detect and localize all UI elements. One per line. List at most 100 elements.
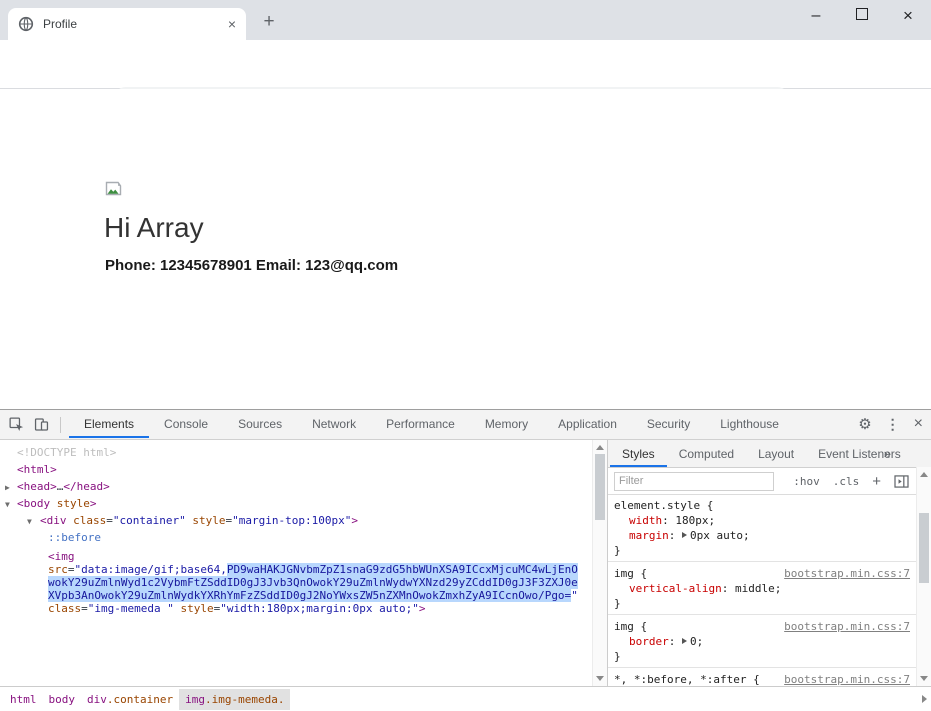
css-property[interactable]: margin: 0px auto;: [614, 528, 910, 543]
devtools-tab-console[interactable]: Console: [149, 410, 223, 438]
code-token: ::before: [48, 531, 101, 544]
page-heading: Hi Array: [104, 213, 204, 243]
hover-state-toggle[interactable]: :hov: [793, 475, 820, 488]
styles-sidebar-tabs: StylesComputedLayoutEvent Listeners: [608, 440, 931, 468]
expand-value-icon[interactable]: [682, 532, 687, 538]
code-token: "margin-top:100px": [232, 514, 351, 527]
stylesheet-link[interactable]: bootstrap.min.css:7: [784, 619, 910, 634]
code-token: "data:image/gif;base64,: [75, 563, 227, 576]
code-token: >: [90, 497, 97, 510]
rule-selector: element.style {: [614, 499, 713, 512]
dom-line[interactable]: wokY29uZmlnWyd1c2VybmFtZSddID0gJ3Jvb3QnO…: [0, 576, 592, 589]
styles-scrollbar[interactable]: [916, 467, 931, 686]
browser-tab[interactable]: Profile ×: [8, 8, 246, 40]
rule-close-brace: }: [614, 543, 910, 558]
devtools-tab-sources[interactable]: Sources: [223, 410, 297, 438]
devtools-menu-icon[interactable]: ⋮: [886, 416, 900, 433]
dom-line[interactable]: <!DOCTYPE html>: [0, 444, 592, 461]
sidebar-tab-computed[interactable]: Computed: [667, 441, 746, 467]
devtools-toolbar-right: ⚙ ⋮ ×: [858, 410, 923, 438]
breadcrumb-item[interactable]: html: [4, 689, 43, 710]
hscroll-right-icon[interactable]: [922, 695, 927, 703]
dom-line[interactable]: ▼ <body style>: [0, 495, 592, 512]
dom-line[interactable]: <html>: [0, 461, 592, 478]
window-maximize-button[interactable]: [839, 7, 885, 25]
code-token: <head>: [17, 480, 57, 493]
sidebar-tab-event-listeners[interactable]: Event Listeners: [806, 441, 913, 467]
new-style-rule-button[interactable]: +: [872, 473, 881, 490]
code-token: <img: [48, 550, 75, 563]
window-close-button[interactable]: ×: [885, 1, 931, 31]
device-toolbar-icon[interactable]: [33, 416, 50, 433]
scroll-down-icon[interactable]: [920, 676, 928, 681]
devtools-tab-network[interactable]: Network: [297, 410, 371, 438]
devtools-tab-memory[interactable]: Memory: [470, 410, 543, 438]
inspect-element-icon[interactable]: [8, 416, 25, 433]
stylesheet-link[interactable]: bootstrap.min.css:7: [784, 672, 910, 686]
css-property[interactable]: vertical-align: middle;: [614, 581, 910, 596]
devtools-close-icon[interactable]: ×: [914, 415, 923, 433]
code-token: XVpb3AnOwokY29uZmlnWydkYXRhYmFzZSddID0gJ…: [48, 589, 571, 602]
sidebar-overflow-icon[interactable]: »: [884, 446, 891, 461]
breadcrumb-item[interactable]: div.container: [81, 689, 179, 710]
settings-gear-icon[interactable]: ⚙: [858, 415, 871, 433]
dock-sidebar-icon[interactable]: [894, 475, 909, 488]
code-token: PD9waHAKJGNvbmZpZ1snaG9zdG5hbWUnXSA9ICcx…: [227, 563, 578, 576]
code-token: "width:180px;margin:0px auto;": [220, 602, 419, 615]
class-toggle[interactable]: .cls: [833, 475, 860, 488]
expand-arrow-icon[interactable]: ▶: [5, 479, 10, 496]
dom-line[interactable]: class="img-memeda " style="width:180px;m…: [0, 602, 592, 615]
expand-value-icon[interactable]: [682, 638, 687, 644]
code-token: "img-memeda ": [88, 602, 174, 615]
tab-close-icon[interactable]: ×: [222, 16, 242, 32]
code-token: style: [57, 497, 90, 510]
dom-line[interactable]: ▶<head>…</head>: [0, 478, 592, 495]
breadcrumb-item[interactable]: body: [43, 689, 82, 710]
rule-selector: *, *:before, *:after {: [614, 673, 760, 686]
scroll-up-icon[interactable]: [920, 472, 928, 477]
devtools-tab-lighthouse[interactable]: Lighthouse: [705, 410, 794, 438]
collapse-arrow-icon[interactable]: ▼: [27, 513, 32, 530]
dom-line[interactable]: <img: [0, 550, 592, 563]
devtools-tab-elements[interactable]: Elements: [69, 410, 149, 438]
stylesheet-link[interactable]: bootstrap.min.css:7: [784, 566, 910, 581]
code-token: >: [419, 602, 426, 615]
styles-filter-input[interactable]: [614, 472, 774, 491]
collapse-arrow-icon[interactable]: ▼: [5, 496, 10, 513]
css-property[interactable]: border: 0;: [614, 634, 910, 649]
styles-sidebar: StylesComputedLayoutEvent Listeners » :h…: [608, 440, 931, 686]
window-minimize-button[interactable]: –: [793, 3, 839, 29]
dom-line[interactable]: XVpb3AnOwokY29uZmlnWydkYXRhYmFzZSddID0gJ…: [0, 589, 592, 602]
devtools-tab-security[interactable]: Security: [632, 410, 705, 438]
css-rule: bootstrap.min.css:7img {vertical-align: …: [608, 562, 916, 615]
new-tab-button[interactable]: +: [257, 11, 281, 33]
dom-line[interactable]: ▼<div class="container" style="margin-to…: [0, 512, 592, 529]
code-token: <body: [17, 497, 57, 510]
devtools-tab-application[interactable]: Application: [543, 410, 632, 438]
breadcrumb-item[interactable]: img.img-memeda.: [179, 689, 290, 710]
browser-toolbar: ← → ⚠ 不安全 192.168.173.66 ☆ ⋮: [0, 40, 931, 89]
css-rule: bootstrap.min.css:7 *, *:before, *:after …: [608, 668, 916, 686]
code-token: src: [48, 563, 68, 576]
elements-scrollbar[interactable]: [592, 440, 607, 686]
broken-image-icon: [105, 181, 122, 196]
dom-line[interactable]: ::before: [0, 529, 592, 546]
styles-filter-bar: :hov .cls +: [608, 468, 931, 495]
elements-tree-panel: <!DOCTYPE html><html>▶<head>…</head>▼<bo…: [0, 440, 608, 686]
code-token: =: [81, 602, 88, 615]
dom-line[interactable]: src="data:image/gif;base64,PD9waHAKJGNvb…: [0, 563, 592, 576]
scrollbar-thumb[interactable]: [919, 513, 929, 583]
sidebar-tab-styles[interactable]: Styles: [610, 441, 667, 467]
code-token: class: [73, 514, 106, 527]
css-property[interactable]: width: 180px;: [614, 513, 910, 528]
scroll-up-icon[interactable]: [596, 445, 604, 450]
code-token: </head>: [63, 480, 109, 493]
code-token: style: [180, 602, 213, 615]
styles-rules: element.style {width: 180px;margin: 0px …: [608, 494, 916, 686]
devtools-tab-performance[interactable]: Performance: [371, 410, 470, 438]
scrollbar-thumb[interactable]: [595, 454, 605, 520]
devtools-tabs: ElementsConsoleSourcesNetworkPerformance…: [69, 410, 794, 439]
code-token: wokY29uZmlnWyd1c2VybmFtZSddID0gJ3Jvb3QnO…: [48, 576, 578, 589]
scroll-down-icon[interactable]: [596, 676, 604, 681]
sidebar-tab-layout[interactable]: Layout: [746, 441, 806, 467]
